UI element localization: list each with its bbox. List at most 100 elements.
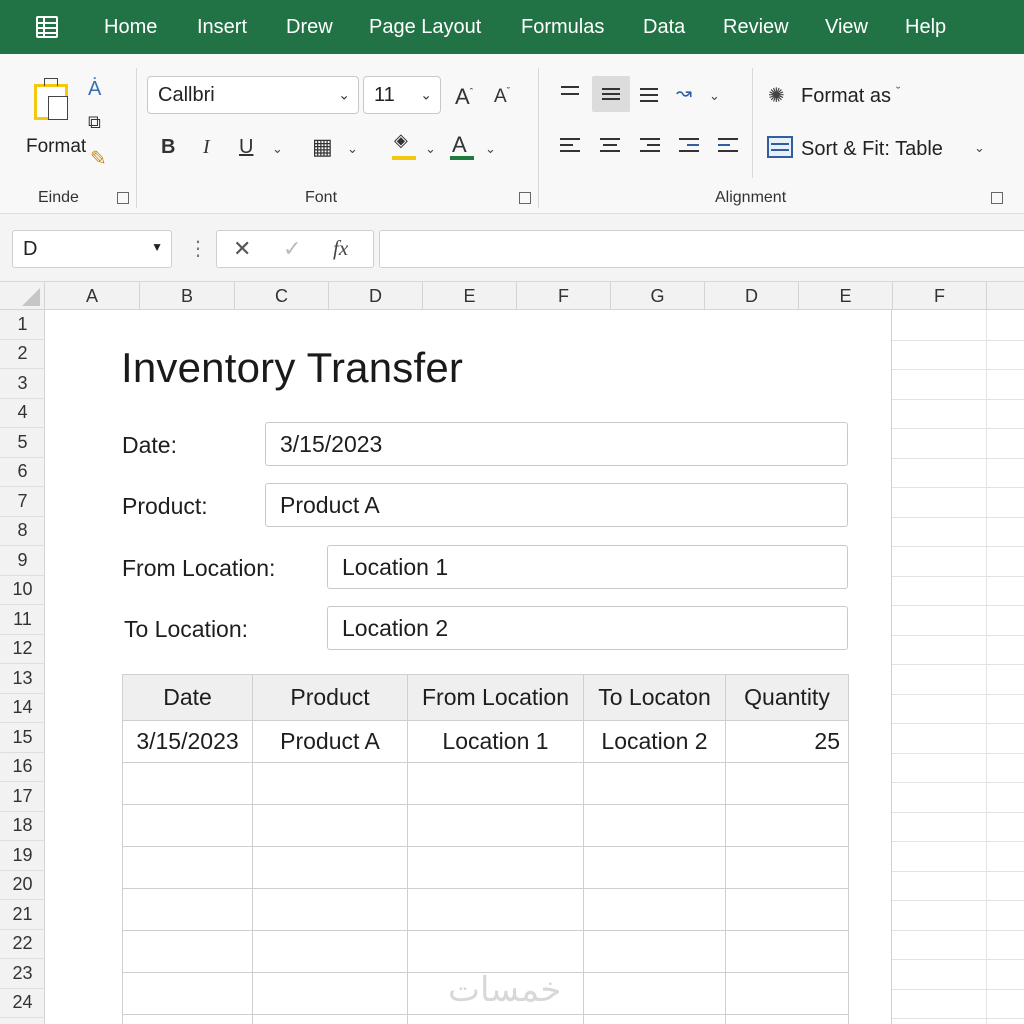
row-header[interactable]: 3 <box>0 369 45 399</box>
borders-icon[interactable]: ▦ <box>312 134 333 160</box>
underline-button[interactable]: U <box>239 136 253 159</box>
table-cell[interactable] <box>583 888 726 931</box>
row-header[interactable]: 7 <box>0 487 45 517</box>
bold-button[interactable]: B <box>161 136 175 159</box>
column-header[interactable]: D <box>329 282 423 310</box>
table-header-quantity[interactable]: Quantity <box>725 674 849 721</box>
column-header[interactable]: F <box>893 282 987 310</box>
to-location-field[interactable]: Location 2 <box>327 606 848 650</box>
copy-icon[interactable]: ⧉ <box>88 112 101 133</box>
menu-insert[interactable]: Insert <box>197 16 247 39</box>
table-cell[interactable] <box>725 846 849 889</box>
table-cell[interactable] <box>725 972 849 1015</box>
column-header[interactable]: D <box>705 282 799 310</box>
row-header[interactable]: 2 <box>0 340 45 369</box>
product-field[interactable]: Product A <box>265 483 848 527</box>
fill-color-icon[interactable]: ◈ <box>394 130 408 151</box>
table-cell[interactable] <box>583 930 726 973</box>
table-cell[interactable] <box>725 804 849 847</box>
row-header[interactable]: 5 <box>0 428 45 458</box>
decrease-indent-icon[interactable] <box>679 138 699 154</box>
table-cell[interactable] <box>407 888 584 931</box>
column-header[interactable]: E <box>423 282 517 310</box>
table-icon[interactable] <box>767 136 793 158</box>
align-right-icon[interactable] <box>640 138 660 154</box>
row-header[interactable]: 16 <box>0 753 45 782</box>
menu-draw[interactable]: Drew <box>286 16 333 39</box>
chevron-down-icon[interactable]: ⌄ <box>485 141 496 157</box>
cancel-icon[interactable]: ✕ <box>233 236 251 262</box>
menu-view[interactable]: View <box>825 16 868 39</box>
table-cell[interactable] <box>583 1014 726 1024</box>
table-cell[interactable] <box>583 972 726 1015</box>
table-cell[interactable] <box>122 762 253 805</box>
table-header-product[interactable]: Product <box>252 674 408 721</box>
paste-icon[interactable] <box>34 78 74 122</box>
orientation-icon[interactable]: ↝ <box>676 82 692 105</box>
row-header[interactable]: 17 <box>0 782 45 812</box>
column-header[interactable]: F <box>517 282 611 310</box>
table-cell[interactable]: 3/15/2023 <box>122 720 253 763</box>
table-cell[interactable] <box>407 762 584 805</box>
row-header[interactable]: 9 <box>0 546 45 576</box>
table-cell[interactable] <box>252 930 408 973</box>
alignment-launcher-icon[interactable] <box>991 192 1003 204</box>
table-cell[interactable] <box>122 804 253 847</box>
table-cell[interactable] <box>252 1014 408 1024</box>
row-header[interactable]: 8 <box>0 517 45 546</box>
row-header[interactable]: 11 <box>0 605 45 635</box>
from-location-field[interactable]: Location 1 <box>327 545 848 589</box>
table-cell[interactable]: Location 2 <box>583 720 726 763</box>
table-cell[interactable]: Product A <box>252 720 408 763</box>
menu-review[interactable]: Review <box>723 16 789 39</box>
more-options-icon[interactable]: ⋮ <box>188 236 208 261</box>
increase-indent-icon[interactable] <box>718 138 738 154</box>
table-cell[interactable] <box>407 846 584 889</box>
row-header[interactable]: 15 <box>0 723 45 753</box>
row-header[interactable]: 19 <box>0 841 45 871</box>
menu-formulas[interactable]: Formulas <box>521 16 604 39</box>
table-cell[interactable] <box>583 846 726 889</box>
table-cell[interactable] <box>407 1014 584 1024</box>
table-header-from-location[interactable]: From Location <box>407 674 584 721</box>
menu-page-layout[interactable]: Page Layout <box>369 16 481 39</box>
column-header[interactable]: G <box>611 282 705 310</box>
clipboard-launcher-icon[interactable] <box>117 192 129 204</box>
conditional-format-icon[interactable]: ✺ <box>768 83 785 108</box>
name-box[interactable]: D ▼ <box>12 230 172 268</box>
row-header[interactable]: 13 <box>0 664 45 694</box>
italic-button[interactable]: I <box>203 136 210 159</box>
table-cell[interactable] <box>725 888 849 931</box>
table-cell[interactable] <box>252 762 408 805</box>
row-header[interactable]: 23 <box>0 959 45 989</box>
formula-input[interactable] <box>379 230 1024 268</box>
row-header[interactable]: 10 <box>0 576 45 605</box>
format-as-label[interactable]: Format as <box>801 85 891 108</box>
chevron-down-icon[interactable]: ⌄ <box>425 141 436 157</box>
table-header-date[interactable]: Date <box>122 674 253 721</box>
table-cell[interactable] <box>252 888 408 931</box>
row-header[interactable]: 22 <box>0 930 45 959</box>
column-header[interactable]: B <box>140 282 235 310</box>
menu-data[interactable]: Data <box>643 16 685 39</box>
table-cell[interactable] <box>122 972 253 1015</box>
column-header[interactable]: C <box>235 282 329 310</box>
menu-help[interactable]: Help <box>905 16 946 39</box>
row-header[interactable]: 6 <box>0 458 45 487</box>
align-left-icon[interactable] <box>560 138 580 154</box>
row-header[interactable]: 4 <box>0 399 45 428</box>
align-bottom-icon[interactable] <box>640 88 660 104</box>
align-middle-button[interactable] <box>592 76 630 112</box>
format-painter-label[interactable]: Format <box>26 136 86 158</box>
row-header[interactable]: 21 <box>0 900 45 930</box>
table-cell[interactable] <box>252 846 408 889</box>
font-color-icon[interactable]: A <box>452 132 467 158</box>
table-cell[interactable] <box>583 804 726 847</box>
align-top-icon[interactable] <box>561 86 581 98</box>
menu-home[interactable]: Home <box>104 16 157 39</box>
table-cell[interactable]: Location 1 <box>407 720 584 763</box>
chevron-down-icon[interactable]: ⌄ <box>709 88 720 104</box>
table-cell[interactable] <box>122 888 253 931</box>
table-cell[interactable] <box>252 972 408 1015</box>
table-cell[interactable] <box>407 804 584 847</box>
